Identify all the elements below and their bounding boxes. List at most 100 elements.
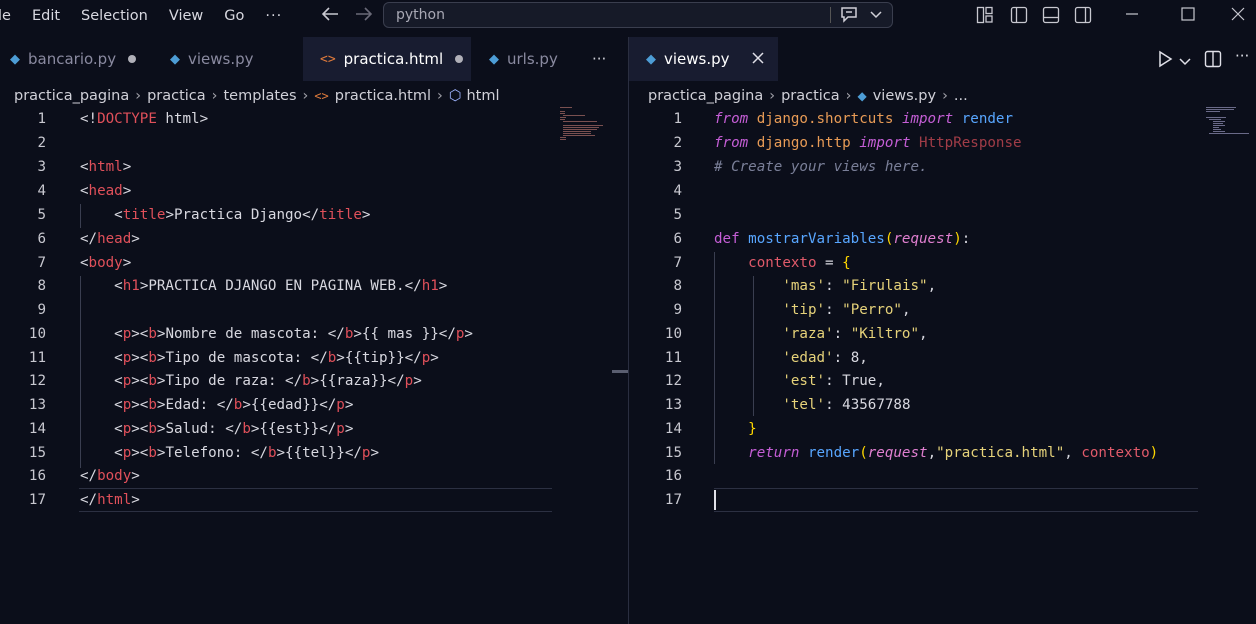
- back-arrow-icon[interactable]: [320, 6, 340, 26]
- code-line: 'tip': "Perro",: [782, 302, 911, 318]
- right-minimap[interactable]: [1205, 106, 1255, 136]
- line-number: 2: [37, 135, 46, 151]
- line-number: 11: [28, 350, 46, 366]
- left-minimap[interactable]: [559, 106, 609, 142]
- menu-item-view[interactable]: View: [169, 8, 203, 24]
- line-number: 1: [673, 111, 682, 127]
- line-number: 5: [37, 207, 46, 223]
- line-number: 10: [28, 326, 46, 342]
- line-number: 13: [28, 397, 46, 413]
- breadcrumb-item[interactable]: practica_pagina: [14, 88, 129, 104]
- code-line: <p><b>Salud: </b>{{est}}</p>: [80, 421, 354, 437]
- code-line: 'raza': "Kiltro",: [782, 326, 928, 342]
- more-actions-icon[interactable]: ···: [1235, 47, 1249, 65]
- tab-urls[interactable]: ◆ urls.py: [489, 37, 558, 81]
- line-number: 8: [37, 278, 46, 294]
- code-line: <p><b>Edad: </b>{{edad}}</p>: [80, 397, 354, 413]
- current-line-highlight: [79, 488, 552, 512]
- tab-overflow-button[interactable]: ···: [592, 37, 606, 81]
- breadcrumb-item[interactable]: html: [466, 88, 499, 104]
- line-number: 3: [37, 159, 46, 175]
- tab-label: bancario.py: [28, 50, 117, 68]
- code-line: from django.http import HttpResponse: [714, 135, 1022, 151]
- code-line: }: [748, 421, 757, 437]
- tab-label: urls.py: [507, 50, 558, 68]
- code-line: <h1>PRACTICA DJANGO EN PAGINA WEB.</h1>: [80, 278, 448, 294]
- line-number: 2: [673, 135, 682, 151]
- code-line: from django.shortcuts import render: [714, 111, 1013, 127]
- chevron-right-icon: ›: [302, 88, 309, 104]
- line-number: 11: [664, 350, 682, 366]
- code-line: <!DOCTYPE html>: [80, 111, 209, 127]
- tab-label: practica.html: [343, 50, 444, 68]
- line-number: 15: [664, 445, 682, 461]
- line-number: 1: [37, 111, 46, 127]
- line-number: 7: [37, 255, 46, 271]
- symbol-element-icon: ⬡: [448, 88, 462, 104]
- line-number: 15: [28, 445, 46, 461]
- menu-item-file[interactable]: le: [0, 8, 11, 24]
- line-number: 8: [673, 278, 682, 294]
- line-number: 4: [37, 183, 46, 199]
- right-code-area[interactable]: from django.shortcuts import render from…: [714, 0, 1211, 624]
- breadcrumb-item[interactable]: practica.html: [335, 88, 431, 104]
- menu-bar: le Edit Selection View Go ···: [0, 0, 303, 32]
- code-line: <p><b>Nombre de mascota: </b>{{ mas }}</…: [80, 326, 473, 342]
- unsaved-dot-icon[interactable]: [128, 55, 137, 63]
- tab-label: views.py: [188, 50, 254, 68]
- code-line: <body>: [80, 255, 132, 271]
- menu-item-go[interactable]: Go: [224, 8, 244, 24]
- html-file-icon: <>: [314, 89, 329, 103]
- line-number: 7: [673, 255, 682, 271]
- breadcrumb-item[interactable]: practica: [147, 88, 206, 104]
- code-line: <p><b>Telefono: </b>{{tel}}</p>: [80, 445, 380, 461]
- forward-arrow-icon[interactable]: [354, 6, 374, 26]
- breadcrumb-item[interactable]: templates: [223, 88, 296, 104]
- python-file-icon: ◆: [489, 51, 499, 67]
- tab-bancario[interactable]: ◆ bancario.py: [10, 37, 137, 81]
- line-number: 5: [673, 207, 682, 223]
- line-number: 6: [37, 231, 46, 247]
- python-file-icon: ◆: [646, 51, 656, 67]
- breadcrumb: practica_pagina › practica › templates ›…: [14, 86, 500, 106]
- menu-item-edit[interactable]: Edit: [32, 8, 60, 24]
- code-line: 'est': True,: [782, 373, 885, 389]
- chevron-right-icon: ›: [135, 88, 142, 104]
- line-number: 13: [664, 397, 682, 413]
- close-window-icon[interactable]: [1230, 6, 1246, 22]
- code-line: </html>: [80, 492, 140, 508]
- code-line: <head>: [80, 183, 132, 199]
- code-line: </head>: [80, 231, 140, 247]
- command-center-text: python: [396, 7, 445, 23]
- tab-practica-html[interactable]: <> practica.html: [303, 37, 471, 81]
- menu-item-selection[interactable]: Selection: [81, 8, 148, 24]
- chevron-right-icon: ›: [211, 88, 218, 104]
- line-number: 9: [673, 302, 682, 318]
- line-number: 17: [28, 492, 46, 508]
- line-number: 10: [664, 326, 682, 342]
- line-number: 9: [37, 302, 46, 318]
- menu-more-button[interactable]: ···: [265, 8, 282, 24]
- code-line: <title>Practica Django</title>: [80, 207, 371, 223]
- line-number: 16: [664, 468, 682, 484]
- line-number: 3: [673, 159, 682, 175]
- line-number: 16: [28, 468, 46, 484]
- python-file-icon: ◆: [170, 51, 180, 67]
- python-file-icon: ◆: [10, 51, 20, 67]
- code-line: # Create your views here.: [714, 159, 928, 175]
- code-line: <p><b>Tipo de mascota: </b>{{tip}}</p>: [80, 350, 439, 366]
- code-line: 'mas': "Firulais",: [782, 278, 937, 294]
- unsaved-dot-icon[interactable]: [455, 55, 464, 63]
- html-file-icon: <>: [320, 51, 336, 67]
- code-line: <p><b>Tipo de raza: </b>{{raza}}</p>: [80, 373, 422, 389]
- tab-views[interactable]: ◆ views.py: [170, 37, 254, 81]
- chevron-right-icon: ›: [437, 88, 443, 104]
- line-number: 12: [28, 373, 46, 389]
- code-line: return render(request,"practica.html", c…: [748, 445, 1159, 461]
- line-number: 4: [673, 183, 682, 199]
- code-line: def mostrarVariables(request):: [714, 231, 971, 247]
- line-number: 14: [28, 421, 46, 437]
- editor-group-divider[interactable]: [628, 37, 629, 624]
- scrollbar-thumb[interactable]: [612, 370, 628, 373]
- code-line: <html>: [80, 159, 132, 175]
